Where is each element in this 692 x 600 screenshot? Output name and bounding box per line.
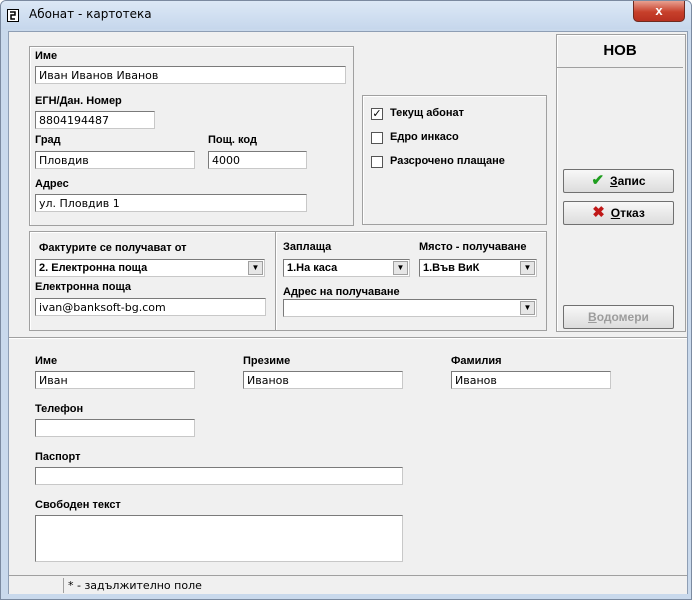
save-button[interactable]: ✔ Запис: [563, 169, 674, 193]
x-icon: ✖: [592, 204, 605, 221]
current-subscriber-checkbox[interactable]: ✓: [371, 108, 383, 120]
main-window: Абонат - картотека x Име Иван Иванов Ива…: [0, 0, 692, 600]
required-field-note: * - задължително поле: [63, 578, 668, 593]
passport-label: Паспорт: [35, 451, 81, 463]
pays-select[interactable]: 1.На каса ▼: [283, 259, 410, 277]
bulk-collection-checkbox[interactable]: [371, 132, 383, 144]
close-button[interactable]: x: [633, 1, 685, 22]
free-text-label: Свободен текст: [35, 499, 121, 511]
last-name-input[interactable]: Иванов: [451, 371, 611, 389]
full-name-input[interactable]: Иван Иванов Иванов: [35, 66, 346, 84]
email-input[interactable]: ivan@banksoft-bg.com: [35, 298, 266, 316]
status-header: НОВ: [557, 35, 683, 68]
section-divider: [9, 337, 687, 339]
cancel-button[interactable]: ✖ Отказ: [563, 201, 674, 225]
place-select[interactable]: 1.Във ВиК ▼: [419, 259, 537, 277]
installment-checkbox[interactable]: [371, 156, 383, 168]
first-name-input[interactable]: Иван: [35, 371, 195, 389]
receipt-address-select[interactable]: ▼: [283, 299, 537, 317]
egn-input[interactable]: 8804194487: [35, 111, 155, 129]
window-title: Абонат - картотека: [29, 7, 152, 21]
invoices-label: Фактурите се получават от: [39, 242, 187, 254]
chevron-down-icon[interactable]: ▼: [520, 261, 535, 275]
city-label: Град: [35, 134, 61, 146]
current-subscriber-label: Текущ абонат: [390, 107, 465, 119]
chevron-down-icon[interactable]: ▼: [248, 261, 263, 275]
passport-input[interactable]: [35, 467, 403, 485]
chevron-down-icon[interactable]: ▼: [520, 301, 535, 315]
client-area: Име Иван Иванов Иванов ЕГН/Дан. Номер 88…: [8, 31, 688, 594]
close-icon: x: [655, 3, 663, 18]
first-name-label: Име: [35, 355, 58, 367]
city-input[interactable]: Пловдив: [35, 151, 195, 169]
egn-label: ЕГН/Дан. Номер: [35, 95, 122, 107]
zip-input[interactable]: 4000: [208, 151, 307, 169]
installment-label: Разсрочено плащане: [390, 155, 505, 167]
status-bar: * - задължително поле: [9, 575, 687, 594]
free-text-area[interactable]: [35, 515, 403, 562]
phone-label: Телефон: [35, 403, 84, 415]
chevron-down-icon[interactable]: ▼: [393, 261, 408, 275]
last-name-label: Фамилия: [451, 355, 502, 367]
invoices-select[interactable]: 2. Електронна поща ▼: [35, 259, 265, 277]
zip-label: Пощ. код: [208, 134, 257, 146]
receipt-address-label: Адрес на получаване: [283, 286, 400, 298]
check-icon: ✔: [591, 172, 605, 189]
email-label: Електронна поща: [35, 281, 131, 293]
phone-input[interactable]: [35, 419, 195, 437]
middle-name-input[interactable]: Иванов: [243, 371, 403, 389]
middle-name-label: Презиме: [243, 355, 291, 367]
title-bar[interactable]: Абонат - картотека x: [1, 1, 691, 29]
address-label: Адрес: [35, 178, 69, 190]
name-label: Име: [35, 50, 58, 62]
place-label: Място - получаване: [419, 241, 527, 253]
address-input[interactable]: ул. Пловдив 1: [35, 194, 307, 212]
bulk-collection-label: Едро инкасо: [390, 131, 459, 143]
record-status: НОВ: [603, 42, 637, 59]
app-icon: [7, 9, 19, 22]
pays-label: Заплаща: [283, 241, 332, 253]
water-meters-button[interactable]: Водомери: [563, 305, 674, 329]
